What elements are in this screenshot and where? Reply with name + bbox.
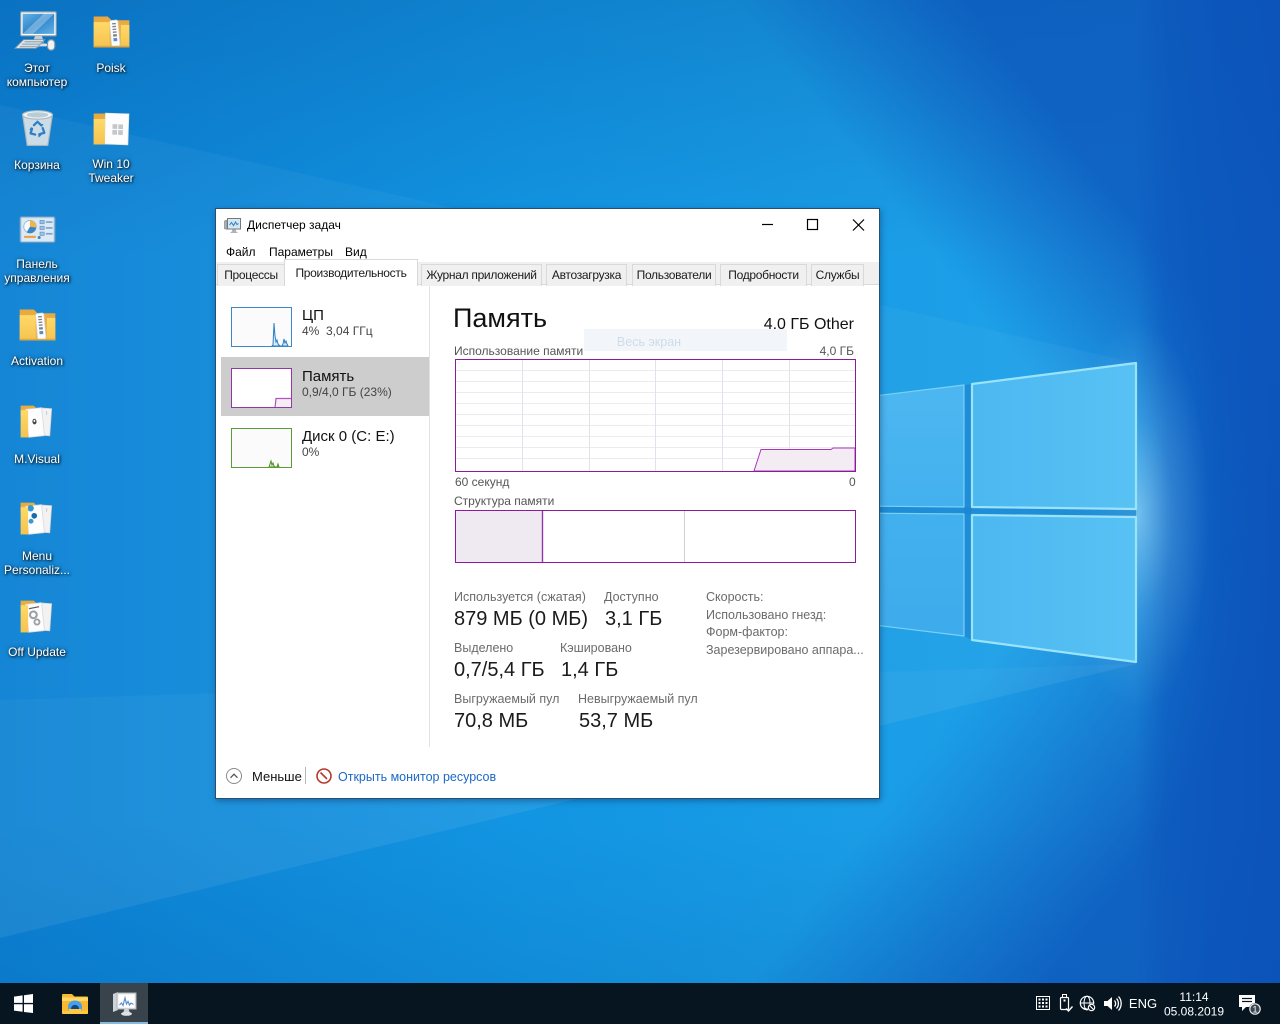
svg-text:11:14: 11:14 (1179, 990, 1208, 1004)
svg-text:05.08.2019: 05.08.2019 (1164, 1005, 1224, 1019)
svg-text:1: 1 (1252, 1005, 1257, 1015)
svg-text:ENG: ENG (1129, 996, 1157, 1011)
